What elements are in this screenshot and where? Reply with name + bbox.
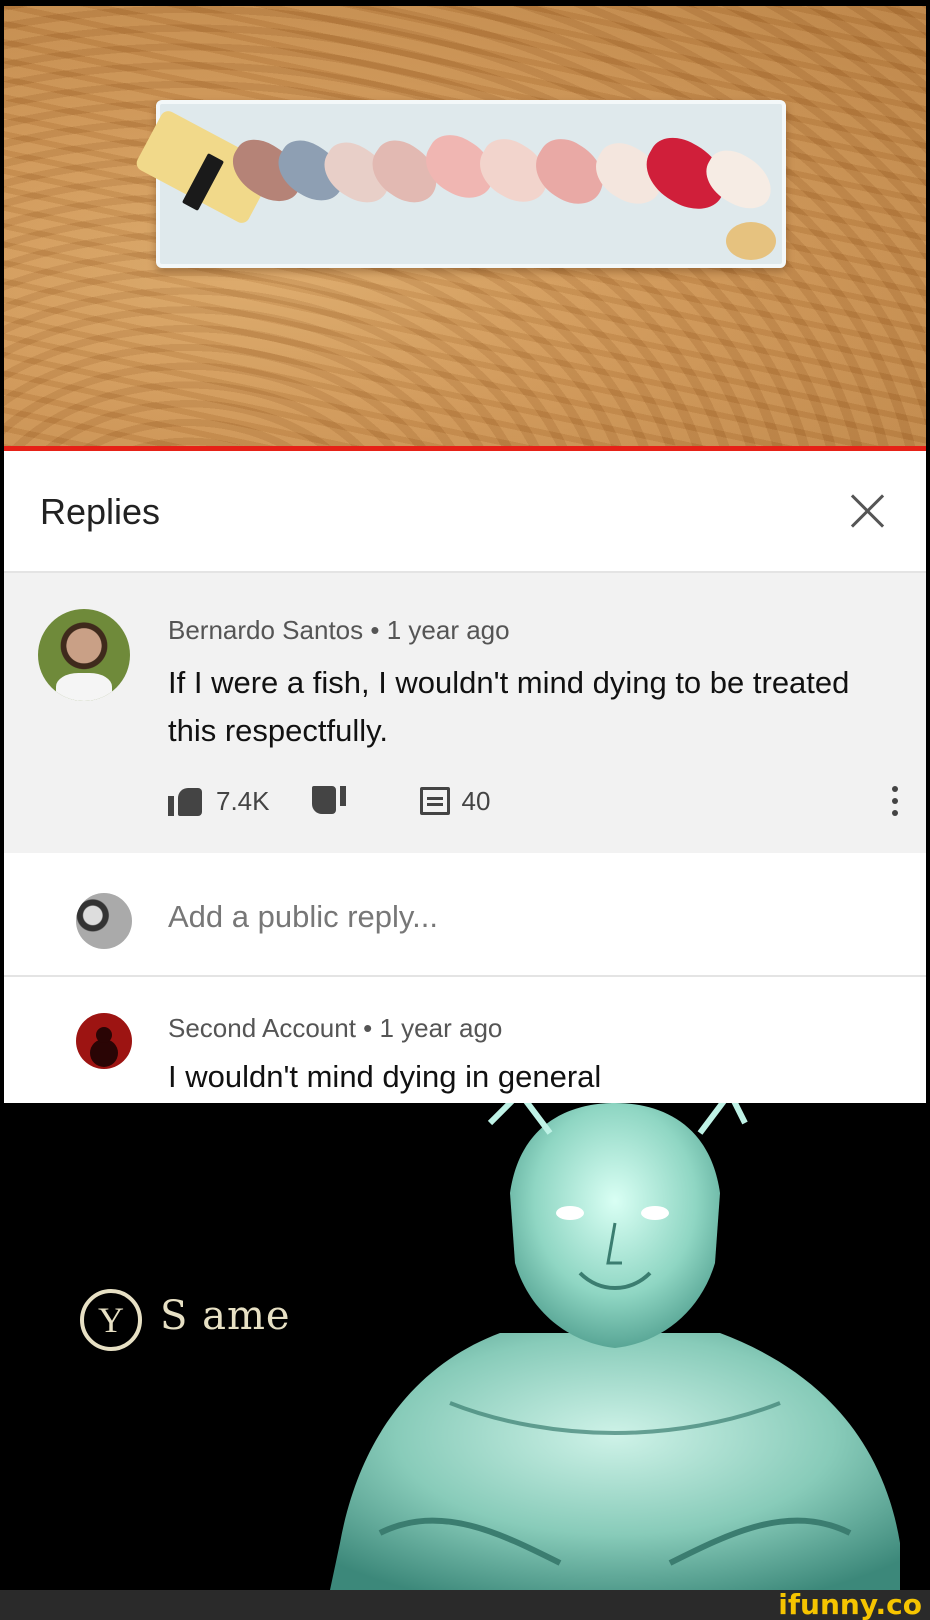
comment-meta: Second Account • 1 year ago bbox=[168, 1013, 502, 1044]
comment-time: 1 year ago bbox=[379, 1013, 503, 1043]
close-icon[interactable] bbox=[846, 489, 890, 533]
add-reply-row[interactable]: Add a public reply... bbox=[4, 853, 926, 977]
comment-actions: 7.4K 40 bbox=[168, 783, 490, 819]
reply-count: 40 bbox=[461, 785, 491, 816]
video-player[interactable] bbox=[4, 6, 926, 450]
meme-panel: Y S ame bbox=[0, 1103, 930, 1590]
comment-author[interactable]: Bernardo Santos bbox=[168, 615, 363, 645]
prompt-text: S ame bbox=[160, 1293, 291, 1339]
comment-author[interactable]: Second Account bbox=[168, 1013, 356, 1043]
reply-comment: Second Account • 1 year ago I wouldn't m… bbox=[4, 977, 926, 1103]
footer-bar: ifunny.co bbox=[0, 1588, 930, 1620]
thumbs-up-icon[interactable] bbox=[168, 786, 204, 816]
avatar[interactable] bbox=[38, 609, 130, 701]
comment-text: I wouldn't mind dying in general bbox=[168, 1059, 602, 1094]
thumbs-down-icon[interactable] bbox=[310, 786, 346, 816]
like-count: 7.4K bbox=[216, 785, 270, 816]
avatar[interactable] bbox=[76, 1013, 132, 1069]
video-progress-bar[interactable] bbox=[4, 446, 926, 451]
reply-input[interactable]: Add a public reply... bbox=[168, 899, 438, 935]
watermark-logo: ifunny.co bbox=[778, 1588, 922, 1620]
separator: • bbox=[363, 1013, 373, 1043]
replies-header: Replies bbox=[4, 451, 926, 573]
comment-meta: Bernardo Santos • 1 year ago bbox=[168, 615, 510, 646]
replies-panel: Replies Bernardo Santos • 1 year ago If … bbox=[4, 451, 926, 1103]
wraith-figure-image bbox=[330, 1103, 900, 1590]
comment-time: 1 year ago bbox=[386, 615, 510, 645]
ginger-garnish bbox=[726, 222, 776, 260]
separator: • bbox=[370, 615, 380, 645]
more-vert-icon[interactable] bbox=[890, 783, 900, 819]
avatar bbox=[76, 893, 132, 949]
y-button-icon: Y bbox=[80, 1289, 142, 1351]
panel-title: Replies bbox=[40, 491, 161, 532]
comment-text: If I were a fish, I wouldn't mind dying … bbox=[168, 665, 850, 748]
main-comment: Bernardo Santos • 1 year ago If I were a… bbox=[4, 573, 926, 853]
reply-icon[interactable] bbox=[419, 787, 450, 815]
